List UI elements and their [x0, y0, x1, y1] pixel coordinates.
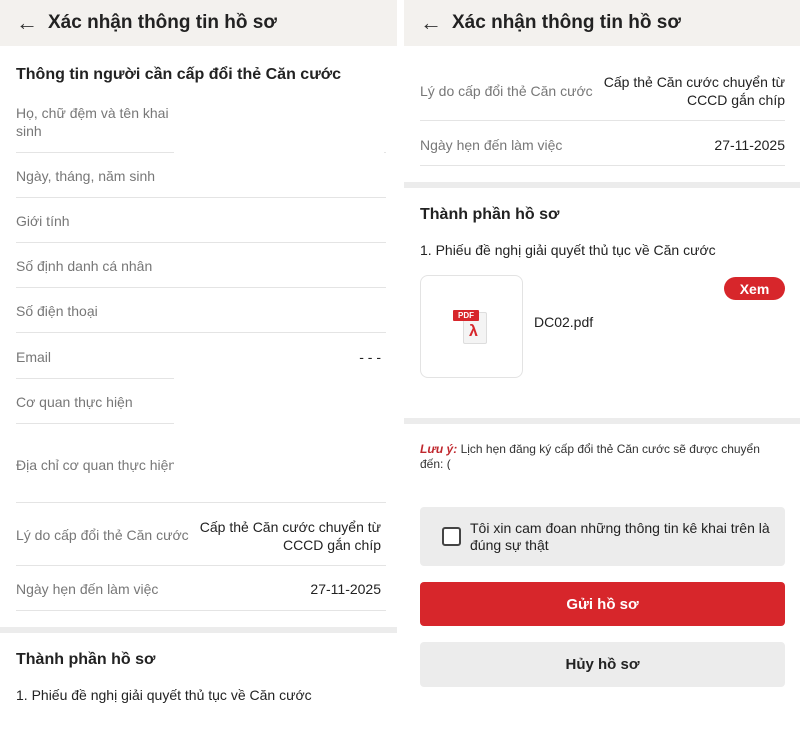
- note-prefix: Lưu ý:: [420, 442, 458, 456]
- value-appointment: 27-11-2025: [714, 137, 785, 153]
- header-bar: ← Xác nhận thông tin hồ sơ: [0, 0, 397, 46]
- value-email: - - -: [359, 349, 381, 365]
- label-phone: Số điện thoại: [16, 303, 98, 319]
- left-screen: ← Xác nhận thông tin hồ sơ Thông tin ngư…: [0, 0, 397, 736]
- label-email: Email: [16, 349, 52, 365]
- file-thumbnail[interactable]: PDF λ: [420, 275, 523, 378]
- value-reason: Cấp thẻ Căn cước chuyển từ CCCD gắn chíp: [603, 74, 785, 108]
- label-gender: Giới tính: [16, 213, 70, 229]
- label-appointment: Ngày hẹn đến làm việc: [420, 137, 563, 153]
- commitment-text: Tôi xin cam đoan những thông tin kê khai…: [470, 520, 770, 553]
- divider: [16, 287, 386, 288]
- section-title-documents: Thành phần hồ sơ: [16, 651, 156, 668]
- cancel-button[interactable]: Hủy hồ sơ: [420, 642, 785, 687]
- divider: [16, 610, 386, 611]
- section-separator: [404, 182, 800, 188]
- section-separator: [0, 627, 397, 633]
- page-title: Xác nhận thông tin hồ sơ: [452, 12, 681, 33]
- label-appointment: Ngày hẹn đến làm việc: [16, 581, 159, 597]
- divider: [16, 565, 386, 566]
- document-item: 1. Phiếu đề nghị giải quyết thủ tục về C…: [420, 242, 716, 258]
- label-id-number: Số định danh cá nhân: [16, 258, 153, 274]
- note-text: Lịch hẹn đăng ký cấp đổi thẻ Căn cước sẽ…: [420, 442, 760, 471]
- divider: [16, 242, 386, 243]
- note: Lưu ý: Lịch hẹn đăng ký cấp đổi thẻ Căn …: [420, 442, 780, 472]
- file-name: DC02.pdf: [534, 314, 594, 330]
- divider: [16, 502, 386, 503]
- redaction: [174, 96, 384, 156]
- value-appointment: 27-11-2025: [310, 581, 381, 597]
- commitment-checkbox[interactable]: [442, 527, 461, 546]
- document-item: 1. Phiếu đề nghị giải quyết thủ tục về C…: [16, 687, 312, 703]
- arrow-left-icon[interactable]: ←: [16, 12, 46, 34]
- label-full-name: Họ, chữ đệm và tên khai sinh: [16, 105, 169, 139]
- section-title-applicant: Thông tin người cần cấp đổi thẻ Căn cước: [16, 66, 342, 83]
- value-reason: Cấp thẻ Căn cước chuyển từ CCCD gắn chíp: [199, 519, 381, 553]
- view-button[interactable]: Xem: [724, 277, 785, 300]
- pdf-file-icon: PDF λ: [453, 310, 491, 346]
- gutter: [397, 0, 404, 736]
- section-title-documents: Thành phần hồ sơ: [420, 206, 560, 223]
- divider: [420, 165, 785, 166]
- label-agency: Cơ quan thực hiện: [16, 394, 133, 410]
- submit-button[interactable]: Gửi hồ sơ: [420, 582, 785, 626]
- divider: [420, 120, 785, 121]
- label-reason: Lý do cấp đổi thẻ Căn cước: [16, 527, 189, 543]
- divider: [16, 197, 386, 198]
- section-separator: [404, 418, 800, 424]
- commitment-box: Tôi xin cam đoan những thông tin kê khai…: [420, 507, 785, 566]
- label-agency-address: Địa chỉ cơ quan thực hiện: [16, 457, 177, 473]
- label-reason: Lý do cấp đổi thẻ Căn cước: [420, 83, 593, 99]
- divider: [16, 332, 386, 333]
- right-screen: ← Xác nhận thông tin hồ sơ Lý do cấp đổi…: [404, 0, 800, 736]
- page-title: Xác nhận thông tin hồ sơ: [48, 12, 277, 33]
- redaction: [174, 378, 397, 502]
- redaction: [420, 470, 800, 490]
- header-bar: ← Xác nhận thông tin hồ sơ: [404, 0, 800, 46]
- arrow-left-icon[interactable]: ←: [420, 12, 450, 34]
- label-dob: Ngày, tháng, năm sinh: [16, 168, 156, 184]
